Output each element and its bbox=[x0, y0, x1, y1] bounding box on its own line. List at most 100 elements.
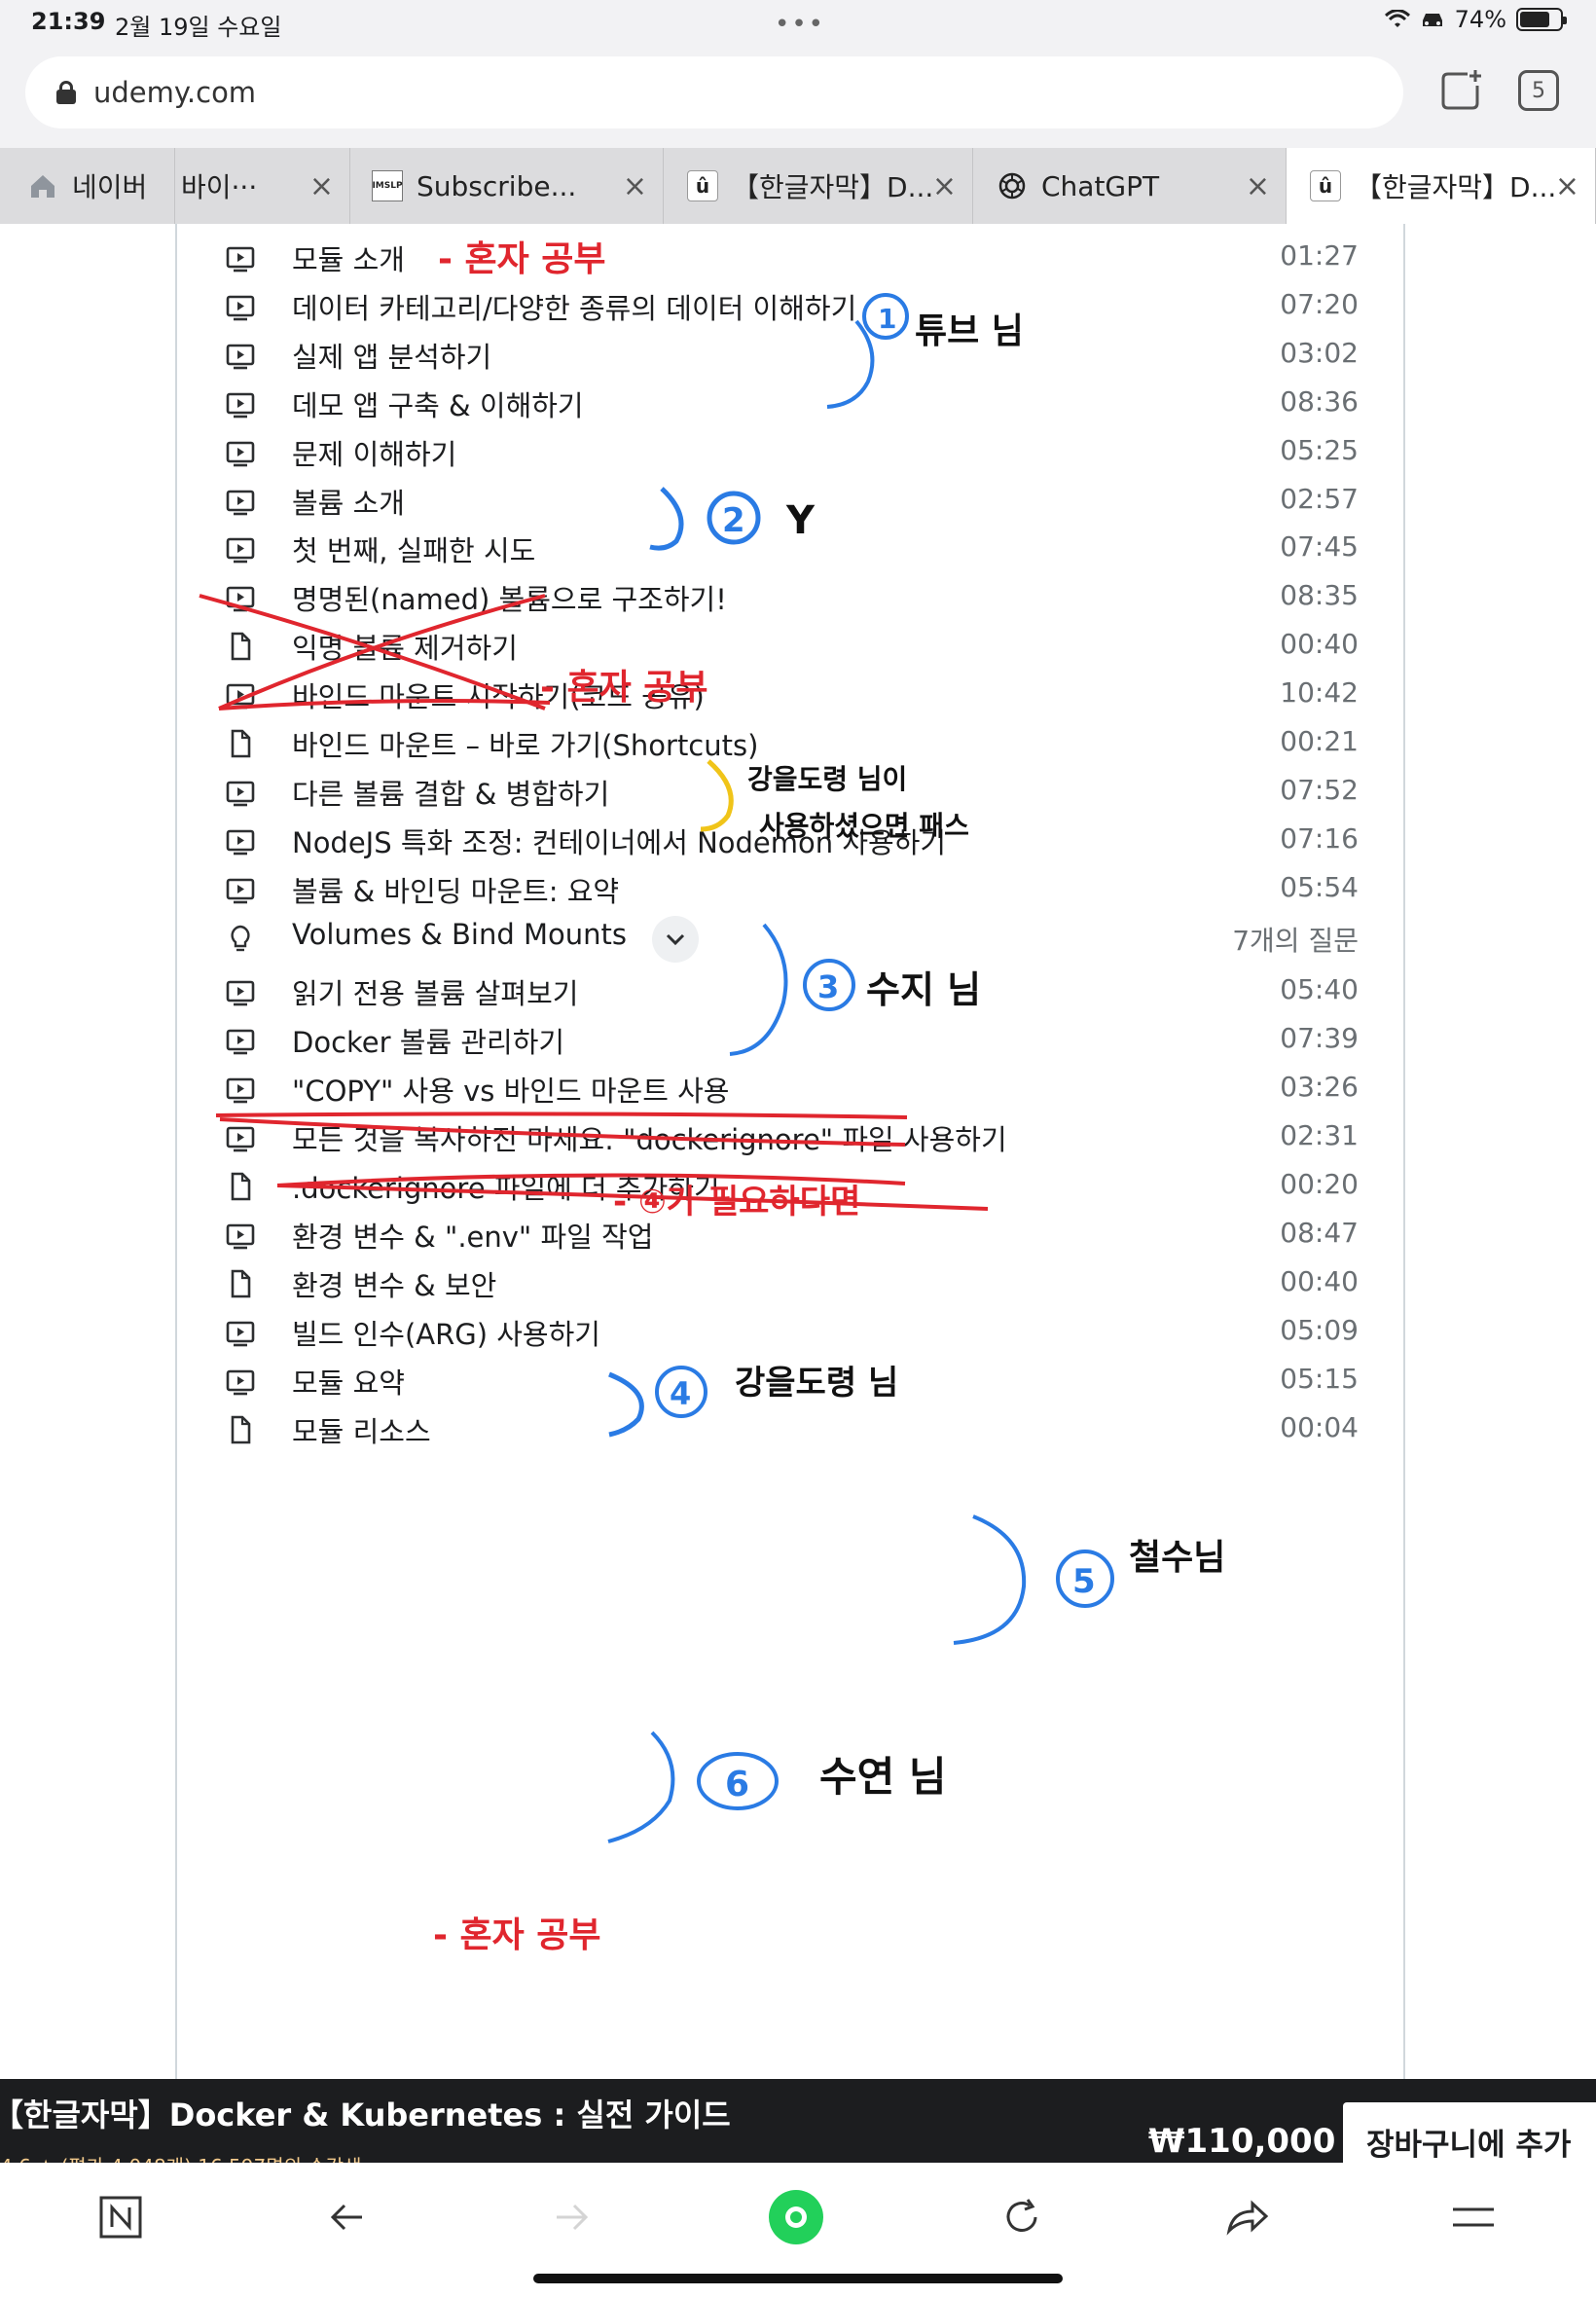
udemy-icon: û bbox=[1310, 170, 1341, 201]
home-icon bbox=[31, 175, 54, 198]
lecture-duration: 00:40 bbox=[1280, 1265, 1359, 1297]
add-to-cart-button[interactable]: 장바구니에 추가 bbox=[1343, 2102, 1596, 2163]
tab-label: 바이··· bbox=[181, 171, 258, 203]
browser-toolbar: udemy.com 5 bbox=[0, 47, 1596, 148]
course-title[interactable]: 【한글자막】Docker & Kubernetes : 실전 가이드 bbox=[0, 2091, 731, 2135]
close-icon[interactable]: × bbox=[1555, 169, 1579, 203]
lecture-duration: 00:40 bbox=[1280, 628, 1359, 660]
close-icon[interactable]: × bbox=[932, 169, 957, 203]
lock-icon bbox=[56, 81, 76, 104]
tab-udemy-1[interactable]: û 【한글자막】D... × bbox=[664, 148, 973, 224]
tab-naver[interactable]: 네이버 bbox=[0, 148, 175, 224]
tab-chatgpt[interactable]: ChatGPT × bbox=[973, 148, 1287, 224]
lecture-duration: 08:36 bbox=[1280, 385, 1359, 418]
video-icon bbox=[226, 1126, 255, 1152]
reload-icon bbox=[1006, 2199, 1037, 2232]
video-icon bbox=[226, 829, 255, 856]
chatgpt-icon bbox=[998, 172, 1026, 200]
arrow-right-icon bbox=[557, 2204, 589, 2231]
msp-icon: IMSLP bbox=[372, 170, 403, 201]
url-text: udemy.com bbox=[93, 76, 257, 109]
lecture-duration: 00:21 bbox=[1280, 725, 1359, 757]
course-rating: 4.6 ★ (평가 4,048개) 16,597명의 수강생 bbox=[0, 2151, 362, 2163]
lecture-duration: 07:52 bbox=[1280, 774, 1359, 806]
course-purchase-bar: 【한글자막】Docker & Kubernetes : 실전 가이드 4.6 ★… bbox=[0, 2079, 1596, 2163]
lecture-duration: 02:57 bbox=[1280, 483, 1359, 515]
lecture-title: Volumes & Bind Mounts bbox=[292, 918, 627, 951]
chevron-down-icon[interactable] bbox=[652, 916, 699, 963]
tab-label: ChatGPT bbox=[1041, 169, 1160, 202]
video-icon bbox=[226, 1223, 255, 1250]
lecture-title: 모듈 리소스 bbox=[292, 1415, 431, 1448]
lightbulb-icon bbox=[231, 925, 250, 952]
video-icon bbox=[226, 344, 255, 370]
back-button[interactable] bbox=[321, 2192, 372, 2242]
question-count: 7개의 질문 bbox=[1232, 925, 1359, 957]
naver-n-icon bbox=[99, 2196, 142, 2239]
video-icon bbox=[226, 1321, 255, 1347]
file-icon bbox=[231, 1415, 251, 1444]
lecture-list: 모듈 소개 01:27 데이터 카테고리/다양한 종류의 데이터 이해하기 07:20… bbox=[175, 224, 1405, 2079]
lecture-duration: 00:04 bbox=[1280, 1411, 1359, 1443]
status-date: 2월 19일 수요일 bbox=[115, 14, 282, 41]
video-icon bbox=[226, 878, 255, 904]
video-icon bbox=[226, 980, 255, 1006]
reload-button[interactable] bbox=[997, 2192, 1047, 2242]
address-bar[interactable]: udemy.com bbox=[25, 56, 1403, 128]
lecture-duration: 07:39 bbox=[1280, 1022, 1359, 1054]
battery-percent: 74% bbox=[1454, 6, 1506, 33]
green-dot-icon bbox=[769, 2190, 823, 2244]
video-icon bbox=[226, 246, 255, 273]
course-price: ₩110,000 bbox=[1148, 2122, 1336, 2161]
car-icon bbox=[1422, 14, 1442, 26]
file-icon bbox=[231, 1269, 251, 1298]
file-icon bbox=[231, 1172, 251, 1201]
udemy-icon: û bbox=[687, 170, 718, 201]
lecture-duration: 10:42 bbox=[1280, 676, 1359, 709]
tab-label: 네이버 bbox=[72, 171, 148, 203]
new-tab-button[interactable] bbox=[1438, 68, 1483, 113]
menu-button[interactable] bbox=[1448, 2192, 1499, 2242]
multitask-dots-icon[interactable]: ••• bbox=[775, 10, 825, 39]
video-icon bbox=[226, 683, 255, 710]
tab-udemy-active[interactable]: û 【한글자막】D... × bbox=[1287, 148, 1596, 224]
status-bar: 21:39 2월 19일 수요일 ••• 74% bbox=[0, 0, 1596, 47]
video-icon bbox=[226, 1029, 255, 1055]
lecture-duration: 08:35 bbox=[1280, 579, 1359, 611]
close-icon[interactable]: × bbox=[623, 169, 647, 203]
naver-home-button[interactable] bbox=[95, 2192, 146, 2242]
battery-icon bbox=[1516, 8, 1567, 31]
file-icon bbox=[231, 632, 251, 661]
tab-bai[interactable]: 바이··· × bbox=[175, 148, 350, 224]
new-tab-icon bbox=[1441, 70, 1481, 110]
lecture-duration: 05:09 bbox=[1280, 1314, 1359, 1346]
wifi-icon bbox=[1384, 10, 1410, 27]
hamburger-menu-icon bbox=[1453, 2207, 1494, 2227]
tab-label: Subscribe... bbox=[417, 169, 577, 202]
lecture-duration: 05:25 bbox=[1280, 434, 1359, 466]
lecture-duration: 08:47 bbox=[1280, 1217, 1359, 1249]
status-time: 21:39 bbox=[31, 8, 106, 35]
browser-bottom-nav bbox=[0, 2163, 1596, 2297]
lecture-duration: 01:27 bbox=[1280, 239, 1359, 272]
close-icon[interactable]: × bbox=[1246, 169, 1270, 203]
share-button[interactable] bbox=[1222, 2192, 1273, 2242]
tab-subscribe[interactable]: IMSLP Subscribe... × bbox=[350, 148, 664, 224]
video-icon bbox=[226, 490, 255, 516]
close-icon[interactable]: × bbox=[309, 169, 334, 203]
video-icon bbox=[226, 537, 255, 564]
lecture-item[interactable]: 모듈 리소스 00:04 bbox=[177, 1396, 1407, 1469]
tab-strip: 네이버 바이··· × IMSLP Subscribe... × û 【한글자막… bbox=[0, 148, 1596, 224]
lecture-duration: 05:40 bbox=[1280, 973, 1359, 1005]
tab-label: 【한글자막】D... bbox=[732, 171, 934, 203]
video-icon bbox=[226, 1369, 255, 1396]
forward-button[interactable] bbox=[547, 2192, 598, 2242]
tab-count-button[interactable]: 5 bbox=[1518, 70, 1559, 111]
lecture-duration: 02:31 bbox=[1280, 1119, 1359, 1151]
lecture-duration: 03:26 bbox=[1280, 1071, 1359, 1103]
video-icon bbox=[226, 1077, 255, 1104]
video-icon bbox=[226, 441, 255, 467]
home-indicator bbox=[533, 2274, 1063, 2283]
naver-green-dot-button[interactable] bbox=[767, 2188, 825, 2246]
file-icon bbox=[231, 729, 251, 758]
